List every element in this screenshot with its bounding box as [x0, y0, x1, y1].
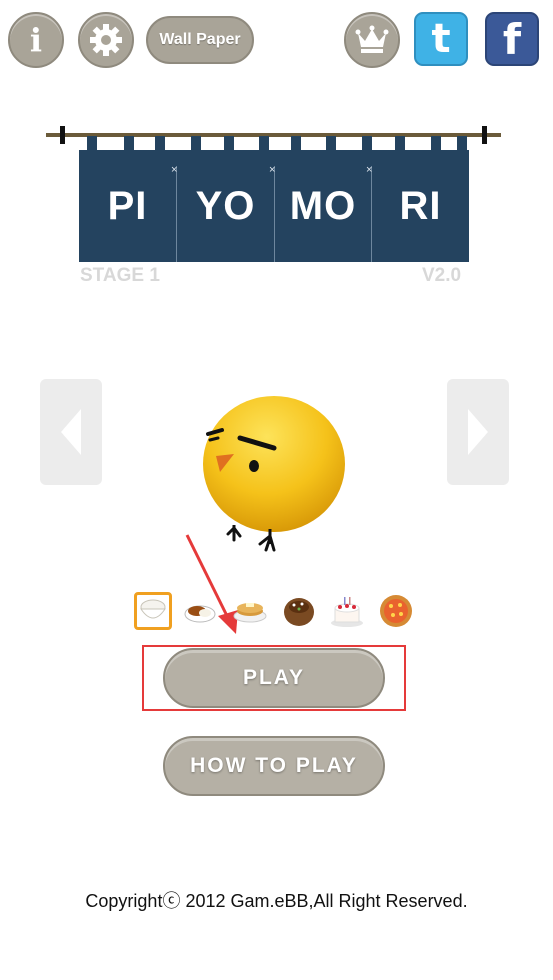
rod-end-right — [482, 126, 487, 144]
version-label: V2.0 — [422, 265, 462, 286]
pancakes-icon — [233, 603, 267, 623]
food-item-pancakes[interactable] — [231, 592, 269, 630]
twitter-button[interactable]: t — [414, 12, 468, 66]
food-item-curry[interactable] — [181, 592, 219, 630]
previous-character-button[interactable] — [40, 379, 102, 485]
food-item-rice-bowl[interactable] — [134, 592, 172, 630]
food-item-pizza[interactable] — [377, 592, 415, 630]
facebook-icon: f — [502, 14, 522, 64]
crown-icon — [355, 25, 389, 53]
food-item-takoyaki[interactable] — [280, 592, 318, 630]
wallpaper-button[interactable]: Wall Paper — [146, 16, 254, 64]
title-panel: YO — [195, 183, 256, 228]
twitter-icon: t — [431, 16, 451, 62]
title-panel: MO — [289, 183, 357, 228]
info-button[interactable]: i — [8, 12, 64, 68]
curry-icon — [184, 605, 216, 623]
settings-button[interactable] — [78, 12, 134, 68]
copyright-text: Copyrightⓒ 2012 Gam.eBB,All Right Reserv… — [85, 891, 468, 911]
title-panel: RI — [399, 183, 442, 228]
title-panel: PI — [107, 183, 148, 228]
takoyaki-icon — [284, 598, 314, 626]
rod-end-left — [60, 126, 65, 144]
ranking-button[interactable] — [344, 12, 400, 68]
gear-icon — [90, 24, 122, 56]
arrow-right-icon — [468, 409, 488, 455]
cake-icon — [331, 597, 363, 627]
info-icon: i — [29, 21, 43, 59]
arrow-left-icon — [61, 409, 81, 455]
rice-bowl-icon — [140, 599, 166, 619]
food-item-cake[interactable] — [328, 592, 366, 630]
next-character-button[interactable] — [447, 379, 509, 485]
title-curtain: PI YO MO RI × × × — [79, 136, 469, 262]
stage-label: STAGE 1 — [80, 265, 160, 286]
wallpaper-label: Wall Paper — [159, 31, 241, 48]
facebook-button[interactable]: f — [485, 12, 539, 66]
play-button[interactable]: PLAY — [163, 648, 385, 708]
pizza-icon — [380, 595, 412, 627]
play-label: PLAY — [242, 666, 306, 689]
how-to-play-label: HOW TO PLAY — [190, 754, 358, 777]
how-to-play-button[interactable]: HOW TO PLAY — [163, 736, 385, 796]
